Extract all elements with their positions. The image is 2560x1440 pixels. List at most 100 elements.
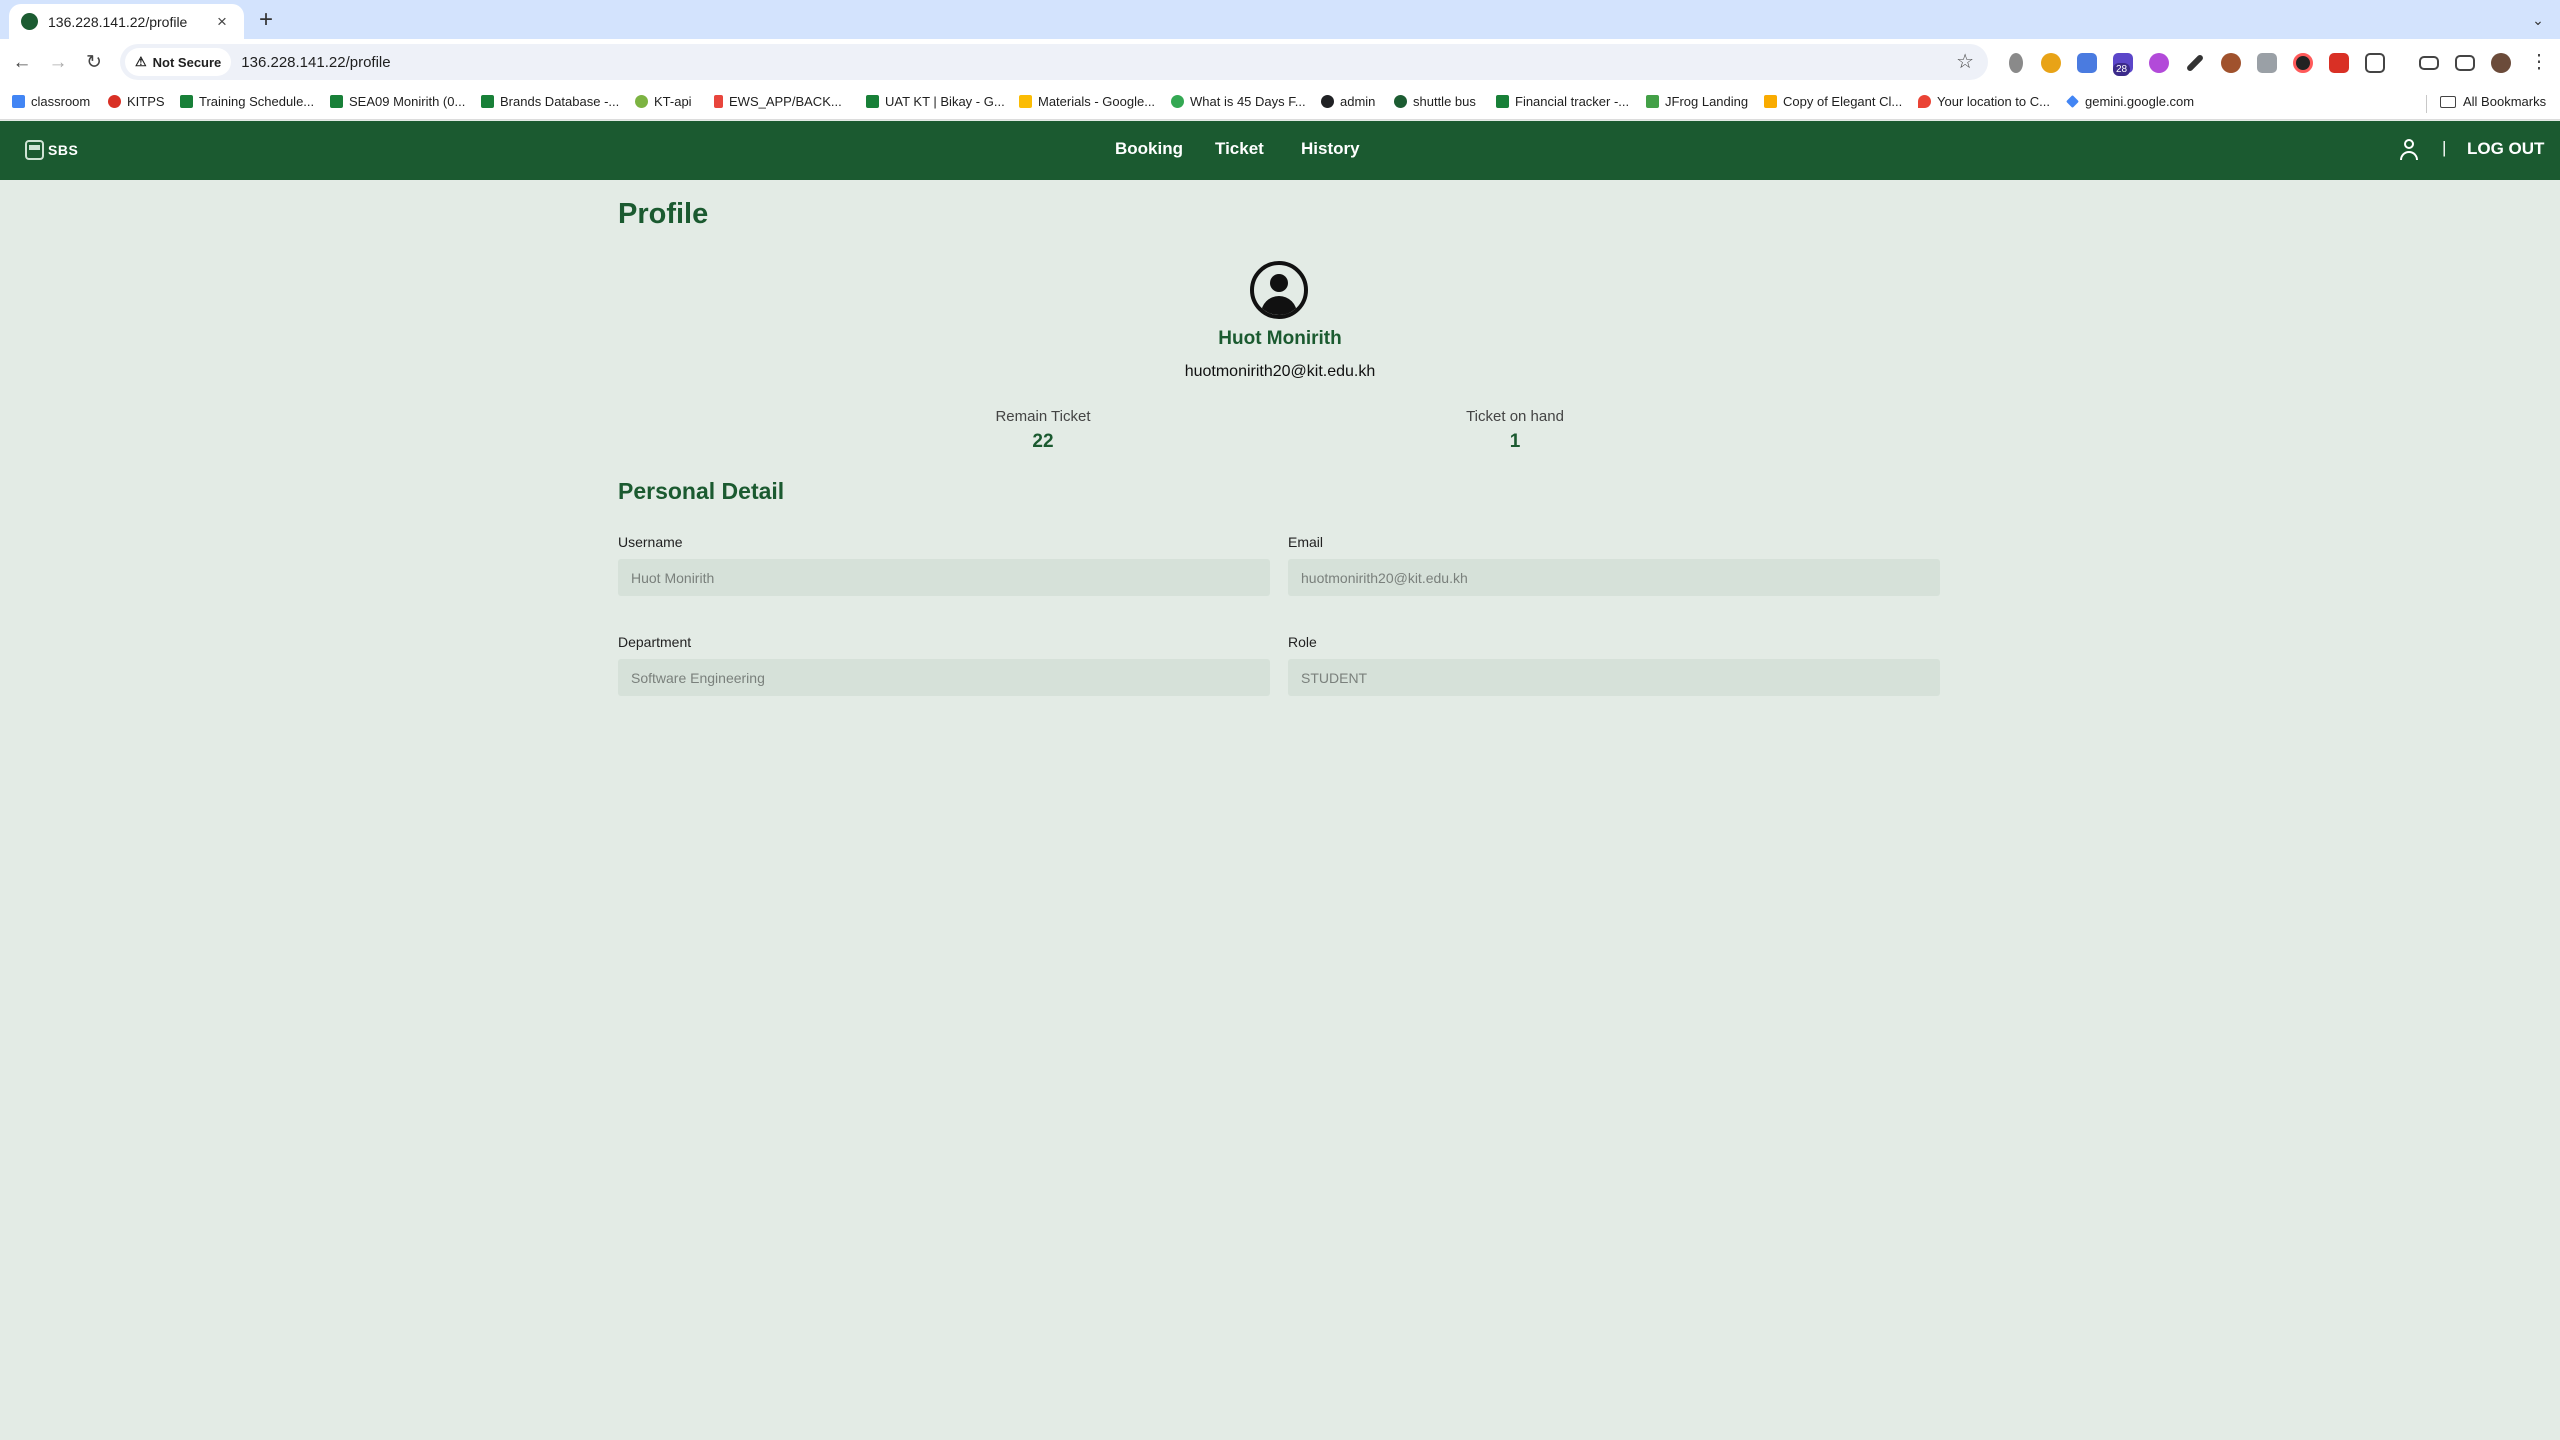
bookmark-your-location[interactable]: Your location to C... (1918, 94, 2050, 109)
extensions-puzzle-icon[interactable] (2365, 53, 2385, 73)
maps-pin-icon (1918, 95, 1931, 108)
extension-purple-icon[interactable] (2149, 53, 2169, 73)
bookmark-icon (108, 95, 121, 108)
bookmark-gemini[interactable]: gemini.google.com (2066, 94, 2194, 109)
extension-pen-icon[interactable] (2185, 53, 2205, 73)
bookmark-admin[interactable]: admin (1321, 94, 1375, 109)
bookmark-label: UAT KT | Bikay - G... (885, 94, 1005, 109)
security-indicator[interactable]: ⚠ Not Secure (125, 48, 232, 76)
not-secure-label: Not Secure (152, 54, 222, 70)
profile-avatar-icon[interactable] (2491, 53, 2511, 73)
browser-tab-active[interactable]: 136.228.141.22/profile × (9, 4, 244, 39)
bookmark-icon (12, 95, 25, 108)
address-bar[interactable]: ⚠ Not Secure 136.228.141.22/profile ☆ (120, 44, 1988, 80)
department-field-group: Department (618, 634, 1270, 696)
bookmark-financial-tracker[interactable]: Financial tracker -... (1496, 94, 1629, 109)
remain-ticket-label: Remain Ticket (995, 408, 1091, 425)
back-button[interactable]: ← (8, 49, 36, 77)
reload-button[interactable]: ↻ (80, 49, 108, 77)
username-field[interactable] (618, 559, 1270, 596)
bookmark-ews-app[interactable]: EWS_APP/BACK... (714, 94, 842, 109)
bookmark-label: KITPS (127, 94, 165, 109)
browser-toolbar: ← → ↻ ⚠ Not Secure 136.228.141.22/profil… (0, 39, 2560, 87)
bookmark-label: EWS_APP/BACK... (729, 94, 842, 109)
nav-divider: | (2442, 138, 2447, 157)
profile-email: huotmonirith20@kit.edu.kh (1184, 363, 1376, 380)
username-field-group: Username (618, 534, 1270, 596)
bookmark-shuttle-bus[interactable]: shuttle bus (1394, 94, 1476, 109)
bookmark-uat-kt[interactable]: UAT KT | Bikay - G... (866, 94, 1005, 109)
bookmark-star-icon[interactable]: ☆ (1956, 49, 1974, 74)
role-field[interactable] (1288, 659, 1940, 696)
brand-text: SBS (48, 142, 79, 158)
bookmark-label: SEA09 Monirith (0... (349, 94, 466, 109)
folder-icon (2440, 95, 2456, 108)
extension-record-icon[interactable] (2293, 53, 2313, 73)
extension-badge: 28 (2113, 63, 2131, 76)
sheets-icon (180, 95, 193, 108)
extension-grey-icon[interactable] (2257, 53, 2277, 73)
bookmark-label: Copy of Elegant Cl... (1783, 94, 1903, 109)
remain-ticket-value: 22 (1032, 431, 1054, 452)
close-tab-icon[interactable]: × (212, 12, 232, 32)
department-label: Department (618, 634, 692, 650)
warning-triangle-icon: ⚠ (135, 54, 147, 69)
bookmark-label: Financial tracker -... (1515, 94, 1630, 109)
department-field[interactable] (618, 659, 1270, 696)
bookmark-label: shuttle bus (1413, 94, 1476, 109)
side-panel-icon[interactable] (2455, 55, 2475, 71)
all-bookmarks-label: All Bookmarks (2463, 94, 2547, 109)
extension-orange-icon[interactable] (2041, 53, 2061, 73)
new-tab-button[interactable]: + (252, 6, 280, 34)
ticket-on-hand-stat: Ticket on hand 1 (1365, 408, 1665, 453)
extension-red-icon[interactable] (2329, 53, 2349, 73)
bookmark-label: JFrog Landing (1665, 94, 1749, 109)
all-bookmarks-button[interactable]: All Bookmarks (2440, 94, 2546, 109)
nav-history[interactable]: History (1301, 139, 1360, 159)
sbs-logo[interactable]: SBS (25, 140, 78, 160)
extension-translate-icon[interactable] (2077, 53, 2097, 73)
bookmarks-separator (2426, 95, 2427, 113)
user-avatar-icon (1250, 261, 1308, 319)
extension-mic-icon[interactable] (2009, 53, 2023, 73)
email-field[interactable] (1288, 559, 1940, 596)
bookmark-sea09[interactable]: SEA09 Monirith (0... (330, 94, 465, 109)
bookmark-label: Materials - Google... (1038, 94, 1156, 109)
tab-search-chevron-icon[interactable]: ⌄ (2526, 8, 2550, 32)
email-label: Email (1288, 534, 1324, 550)
figma-icon (714, 95, 723, 108)
forward-button[interactable]: → (44, 49, 72, 77)
bookmark-jfrog-landing[interactable]: JFrog Landing (1646, 94, 1748, 109)
bookmark-kitps[interactable]: KITPS (108, 94, 165, 109)
bookmark-training-schedule[interactable]: Training Schedule... (180, 94, 314, 109)
profile-name: Huot Monirith (1218, 328, 1342, 349)
user-profile-icon[interactable] (2398, 138, 2420, 162)
bookmark-label: admin (1340, 94, 1376, 109)
bookmark-label: What is 45 Days F... (1190, 94, 1306, 109)
browser-tabstrip: 136.228.141.22/profile × + ⌄ (0, 0, 2560, 39)
frog-icon (1646, 95, 1659, 108)
nav-ticket[interactable]: Ticket (1215, 139, 1264, 159)
bookmarks-bar: classroom KITPS Training Schedule... SEA… (0, 87, 2560, 120)
bookmark-label: Brands Database -... (500, 94, 620, 109)
app-navbar: SBS Booking Ticket History | LOG OUT (0, 121, 2560, 180)
logout-button[interactable]: LOG OUT (2467, 139, 2544, 159)
bookmark-classroom[interactable]: classroom (12, 94, 90, 109)
bookmark-45-days[interactable]: What is 45 Days F... (1171, 94, 1306, 109)
extension-cookie-icon[interactable] (2221, 53, 2241, 73)
bookmark-label: gemini.google.com (2085, 94, 2195, 109)
slides-icon (1764, 95, 1777, 108)
bus-icon (25, 140, 44, 160)
media-controls-icon[interactable] (2419, 56, 2439, 70)
role-label: Role (1288, 634, 1317, 650)
bookmark-copy-of-elegant[interactable]: Copy of Elegant Cl... (1764, 94, 1902, 109)
bookmark-brands-database[interactable]: Brands Database -... (481, 94, 619, 109)
sheets-icon (1496, 95, 1509, 108)
nav-booking[interactable]: Booking (1115, 139, 1183, 159)
url-text[interactable]: 136.228.141.22/profile (241, 54, 390, 71)
bookmark-icon (1321, 95, 1334, 108)
bookmark-materials[interactable]: Materials - Google... (1019, 94, 1155, 109)
browser-menu-icon[interactable]: ⋮ (2525, 49, 2553, 77)
page-title: Profile (618, 198, 709, 230)
bookmark-kt-api[interactable]: KT-api (635, 94, 692, 109)
